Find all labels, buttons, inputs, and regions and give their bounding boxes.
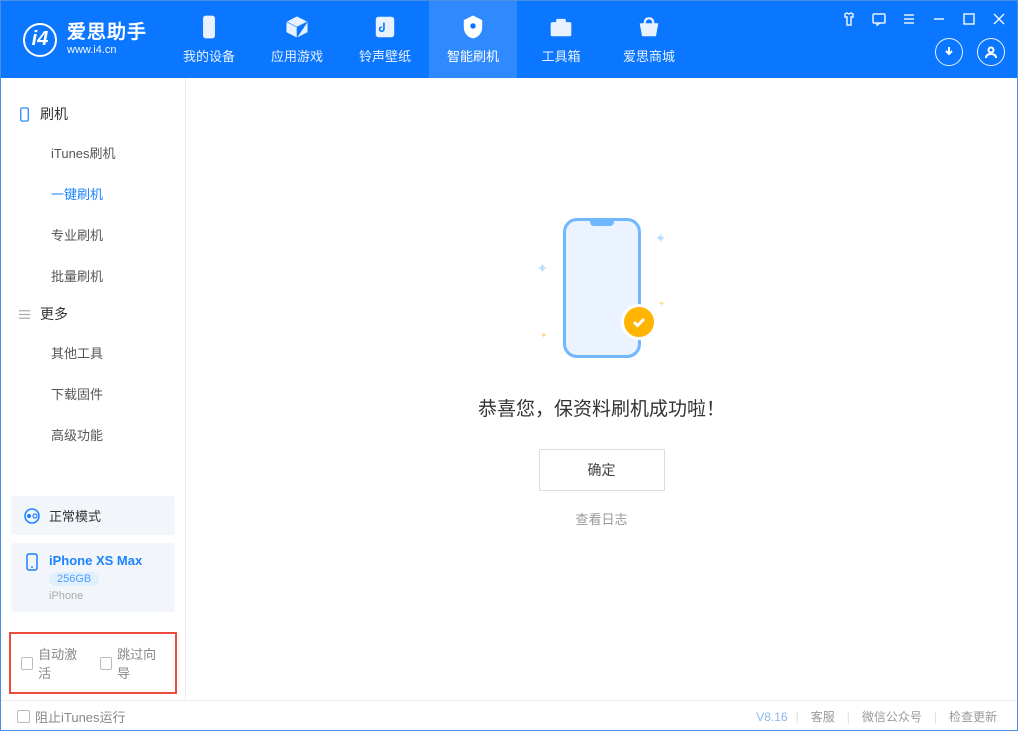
sparkle-icon: ✦ [537,260,549,277]
tab-label: 爱思商城 [623,46,675,65]
nav-tabs: 我的设备 应用游戏 铃声壁纸 智能刷机 工具箱 爱思商城 [165,1,693,78]
version-label: V8.16 [756,710,787,724]
success-illustration: ✦ ✦ ✦ + [537,210,667,370]
sidebar-group-more: 更多 [1,296,185,332]
tab-toolbox[interactable]: 工具箱 [517,1,605,78]
checkbox-label: 跳过向导 [117,644,165,682]
device-type: iPhone [49,590,142,602]
success-message: 恭喜您，保资料刷机成功啦！ [478,394,725,421]
checkbox-block-itunes[interactable]: 阻止iTunes运行 [17,707,126,726]
sidebar: 刷机 iTunes刷机 一键刷机 专业刷机 批量刷机 更多 其他工具 下载固件 … [1,78,186,700]
logo-icon: i4 [23,23,57,57]
checkbox-auto-activate[interactable]: 自动激活 [21,644,86,682]
sidebar-item-itunes-flash[interactable]: iTunes刷机 [1,132,185,173]
maximize-button[interactable] [961,11,977,27]
checkbox-label: 阻止iTunes运行 [35,707,126,726]
sparkle-icon: + [659,299,665,310]
device-phone-icon [23,553,41,571]
tab-smart-flash[interactable]: 智能刷机 [429,1,517,78]
footer-right: V8.16 | 客服 | 微信公众号 | 检查更新 [756,708,1001,725]
close-button[interactable] [991,11,1007,27]
header-action-icons [935,38,1005,66]
mode-icon [23,507,41,525]
sidebar-item-other-tools[interactable]: 其他工具 [1,332,185,373]
sidebar-group-flash: 刷机 [1,96,185,132]
app-body: 刷机 iTunes刷机 一键刷机 专业刷机 批量刷机 更多 其他工具 下载固件 … [1,78,1017,700]
app-header: i4 爱思助手 www.i4.cn 我的设备 应用游戏 铃声壁纸 智能刷机 工具… [1,1,1017,78]
separator: | [796,710,799,724]
sparkle-icon: ✦ [655,230,667,247]
tab-my-device[interactable]: 我的设备 [165,1,253,78]
flash-icon [460,14,486,40]
sparkle-icon: ✦ [541,331,548,340]
device-mode-row[interactable]: 正常模式 [11,496,175,535]
tab-store[interactable]: 爱思商城 [605,1,693,78]
tab-label: 我的设备 [183,46,235,65]
ok-button[interactable]: 确定 [539,449,665,491]
feedback-icon[interactable] [871,11,887,27]
separator: | [934,710,937,724]
checkbox-icon [17,710,30,723]
support-link[interactable]: 客服 [807,708,839,725]
app-title: 爱思助手 [67,23,147,44]
success-check-icon [621,304,657,340]
view-log-link[interactable]: 查看日志 [575,509,627,528]
sidebar-item-batch-flash[interactable]: 批量刷机 [1,255,185,296]
toolbox-icon [548,14,574,40]
separator: | [847,710,850,724]
tab-apps-games[interactable]: 应用游戏 [253,1,341,78]
app-logo: i4 爱思助手 www.i4.cn [1,1,165,78]
tab-label: 工具箱 [542,46,581,65]
cube-icon [284,14,310,40]
app-subtitle: www.i4.cn [67,44,147,56]
minimize-button[interactable] [931,11,947,27]
phone-outline-icon [17,107,32,122]
sidebar-item-advanced[interactable]: 高级功能 [1,414,185,455]
window-controls [841,11,1007,27]
shirt-icon[interactable] [841,11,857,27]
main-content: ✦ ✦ ✦ + 恭喜您，保资料刷机成功啦！ 确定 查看日志 [186,78,1017,700]
tab-label: 应用游戏 [271,46,323,65]
device-info-row[interactable]: iPhone XS Max 256GB iPhone [11,543,175,612]
checkbox-skip-wizard[interactable]: 跳过向导 [100,644,165,682]
list-icon [17,307,32,322]
tab-label: 智能刷机 [447,46,499,65]
check-update-link[interactable]: 检查更新 [945,708,1001,725]
device-storage: 256GB [49,572,99,586]
sidebar-item-one-click-flash[interactable]: 一键刷机 [1,173,185,214]
music-icon [372,14,398,40]
download-icon[interactable] [935,38,963,66]
checkbox-icon [21,657,33,670]
footer-left: 阻止iTunes运行 [17,707,126,726]
menu-icon[interactable] [901,11,917,27]
tab-label: 铃声壁纸 [359,46,411,65]
sidebar-item-pro-flash[interactable]: 专业刷机 [1,214,185,255]
group-label: 刷机 [40,104,68,124]
shop-icon [636,14,662,40]
options-highlight-box: 自动激活 跳过向导 [9,632,177,694]
footer: 阻止iTunes运行 V8.16 | 客服 | 微信公众号 | 检查更新 [1,700,1017,732]
group-label: 更多 [40,304,68,324]
device-mode-label: 正常模式 [49,506,101,525]
device-icon [196,14,222,40]
user-icon[interactable] [977,38,1005,66]
device-name: iPhone XS Max [49,553,142,568]
device-panel: 正常模式 iPhone XS Max 256GB iPhone [11,496,175,620]
tab-ringtones-wallpapers[interactable]: 铃声壁纸 [341,1,429,78]
sidebar-item-download-firmware[interactable]: 下载固件 [1,373,185,414]
checkbox-label: 自动激活 [38,644,86,682]
wechat-link[interactable]: 微信公众号 [858,708,926,725]
checkbox-icon [100,657,112,670]
